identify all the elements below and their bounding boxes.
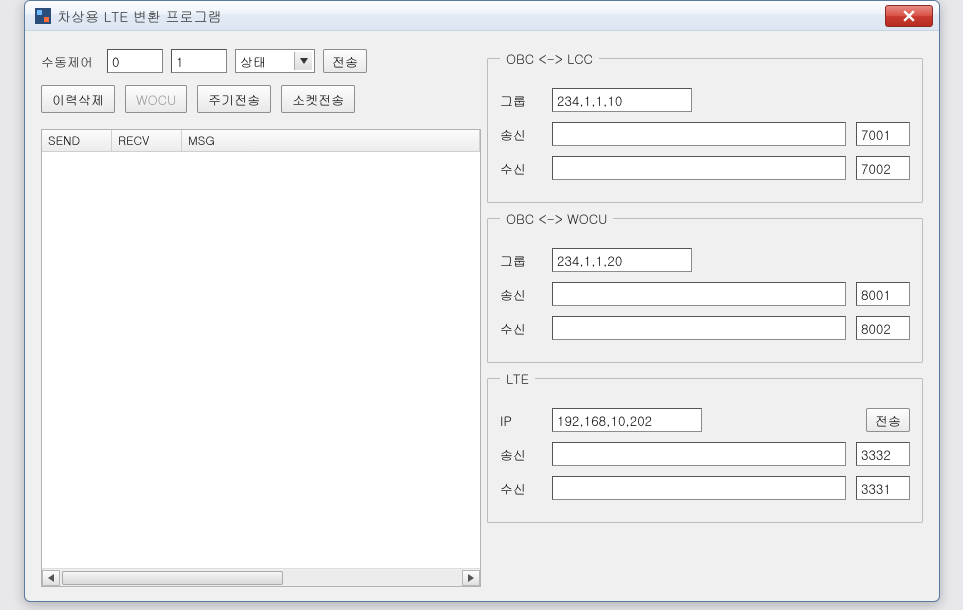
lte-recv-input[interactable]	[552, 476, 846, 500]
horizontal-scrollbar[interactable]	[42, 568, 480, 586]
titlebar: 차상용 LTE 변환 프로그램	[25, 1, 939, 31]
manual-label: 수동제어	[41, 52, 99, 71]
lte-send-label: 송신	[500, 445, 542, 464]
lte-group: LTE IP 전송 송신 수신	[487, 369, 923, 523]
scroll-track[interactable]	[60, 570, 462, 586]
wocu-recv-label: 수신	[500, 319, 542, 338]
lte-recv-port[interactable]	[856, 476, 910, 500]
send-button[interactable]: 전송	[323, 49, 367, 73]
manual-input-a[interactable]	[107, 49, 163, 73]
obc-lcc-legend: OBC <-> LCC	[500, 49, 599, 68]
wocu-send-label: 송신	[500, 285, 542, 304]
left-pane: 수동제어 상태 전송 이력삭제 WOCU 주기전송 소켓전송	[41, 49, 481, 587]
scroll-left-icon[interactable]	[42, 570, 60, 586]
wocu-recv-input[interactable]	[552, 316, 846, 340]
manual-row: 수동제어 상태 전송	[41, 49, 481, 73]
lcc-send-input[interactable]	[552, 122, 846, 146]
wocu-button[interactable]: WOCU	[125, 85, 187, 113]
col-msg[interactable]: MSG	[182, 130, 480, 151]
lte-ip-label: IP	[500, 411, 542, 430]
lcc-recv-input[interactable]	[552, 156, 846, 180]
lcc-send-port[interactable]	[856, 122, 910, 146]
table-body[interactable]	[42, 152, 480, 568]
lte-send-port[interactable]	[856, 442, 910, 466]
history-delete-button[interactable]: 이력삭제	[41, 85, 115, 113]
right-pane: OBC <-> LCC 그룹 송신 수신 OBC <-> WOCU	[487, 49, 923, 587]
lte-legend: LTE	[500, 369, 535, 388]
lte-recv-label: 수신	[500, 479, 542, 498]
chevron-down-icon	[294, 52, 312, 70]
lcc-group-label: 그룹	[500, 91, 542, 110]
app-icon	[35, 8, 51, 24]
wocu-group-label: 그룹	[500, 251, 542, 270]
col-recv[interactable]: RECV	[112, 130, 182, 151]
action-row: 이력삭제 WOCU 주기전송 소켓전송	[41, 85, 481, 113]
manual-input-b[interactable]	[171, 49, 227, 73]
col-send[interactable]: SEND	[42, 130, 112, 151]
obc-wocu-group: OBC <-> WOCU 그룹 송신 수신	[487, 209, 923, 363]
wocu-recv-port[interactable]	[856, 316, 910, 340]
status-combo-value: 상태	[240, 52, 266, 71]
window-title: 차상용 LTE 변환 프로그램	[57, 6, 885, 26]
wocu-send-port[interactable]	[856, 282, 910, 306]
table-header: SEND RECV MSG	[42, 130, 480, 152]
client-area: 수동제어 상태 전송 이력삭제 WOCU 주기전송 소켓전송	[25, 31, 939, 601]
wocu-send-input[interactable]	[552, 282, 846, 306]
lte-send-button[interactable]: 전송	[866, 408, 910, 432]
periodic-send-button[interactable]: 주기전송	[197, 85, 271, 113]
lcc-group-input[interactable]	[552, 88, 692, 112]
lcc-recv-label: 수신	[500, 159, 542, 178]
app-window: 차상용 LTE 변환 프로그램 수동제어 상태 전송	[24, 0, 940, 602]
log-table: SEND RECV MSG	[41, 129, 481, 587]
lte-ip-input[interactable]	[552, 408, 702, 432]
wocu-group-input[interactable]	[552, 248, 692, 272]
scroll-thumb[interactable]	[62, 571, 283, 585]
lcc-send-label: 송신	[500, 125, 542, 144]
obc-wocu-legend: OBC <-> WOCU	[500, 209, 613, 228]
lcc-recv-port[interactable]	[856, 156, 910, 180]
socket-send-button[interactable]: 소켓전송	[281, 85, 355, 113]
close-icon	[903, 10, 915, 22]
status-combo[interactable]: 상태	[235, 49, 315, 73]
close-button[interactable]	[885, 5, 933, 27]
scroll-right-icon[interactable]	[462, 570, 480, 586]
obc-lcc-group: OBC <-> LCC 그룹 송신 수신	[487, 49, 923, 203]
lte-send-input[interactable]	[552, 442, 846, 466]
